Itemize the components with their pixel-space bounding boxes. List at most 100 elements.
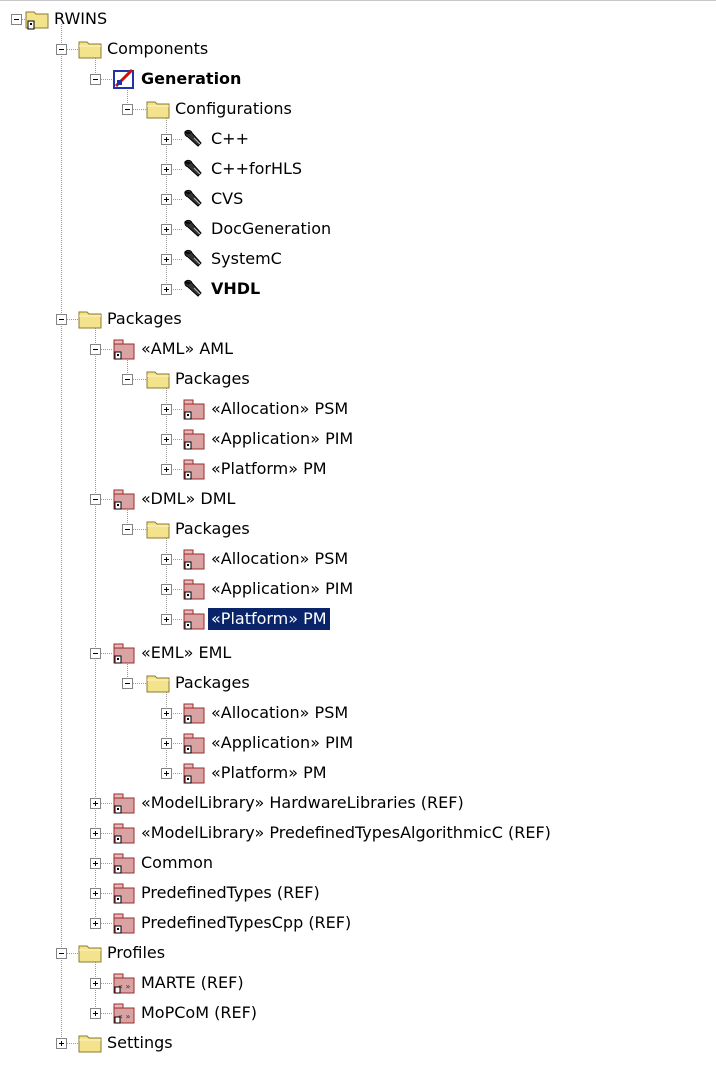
expand-toggle[interactable] xyxy=(90,858,101,869)
tree-item-label[interactable]: MoPCoM (REF) xyxy=(138,1002,260,1024)
tree-item-label[interactable]: «Allocation» PSM xyxy=(208,702,351,724)
tree-item-label[interactable]: «Application» PIM xyxy=(208,428,356,450)
tree-row-marte-ref[interactable]: « » MARTE (REF) xyxy=(0,968,716,998)
tree-item-label[interactable]: «Platform» PM xyxy=(208,458,330,480)
tree-item-label[interactable]: MARTE (REF) xyxy=(138,972,247,994)
tree-item-label[interactable]: PredefinedTypesCpp (REF) xyxy=(138,912,354,934)
expand-toggle[interactable] xyxy=(161,164,172,175)
expand-toggle[interactable] xyxy=(90,1008,101,1019)
tree-item-label[interactable]: «EML» EML xyxy=(138,642,234,664)
tree-row-dml-dml[interactable]: «DML» DML xyxy=(0,484,716,514)
collapse-toggle[interactable] xyxy=(90,74,101,85)
expand-toggle[interactable] xyxy=(161,738,172,749)
collapse-toggle[interactable] xyxy=(122,374,133,385)
collapse-toggle[interactable] xyxy=(122,524,133,535)
tree-item-label[interactable]: Configurations xyxy=(172,98,295,120)
tree-item-label[interactable]: RWINS xyxy=(51,8,110,30)
tree-item-label[interactable]: PredefinedTypes (REF) xyxy=(138,882,323,904)
tree-row-cppforhls[interactable]: C++forHLS xyxy=(0,154,716,184)
tree-row-platform-pm[interactable]: «Platform» PM xyxy=(0,758,716,788)
tree-row-modellibrary-hardwarelibraries-ref[interactable]: «ModelLibrary» HardwareLibraries (REF) xyxy=(0,788,716,818)
tree-row-packages[interactable]: Packages xyxy=(0,514,716,544)
tree-item-label[interactable]: CVS xyxy=(208,188,246,210)
expand-toggle[interactable] xyxy=(161,134,172,145)
tree-row-packages[interactable]: Packages xyxy=(0,668,716,698)
tree-item-label[interactable]: VHDL xyxy=(208,278,263,300)
tree-row-platform-pm[interactable]: «Platform» PM xyxy=(0,454,716,484)
expand-toggle[interactable] xyxy=(56,1038,67,1049)
expand-toggle[interactable] xyxy=(161,554,172,565)
tree-row-settings[interactable]: Settings xyxy=(0,1028,716,1058)
tree-row-platform-pm[interactable]: «Platform» PM xyxy=(0,604,716,634)
collapse-toggle[interactable] xyxy=(90,494,101,505)
expand-toggle[interactable] xyxy=(161,584,172,595)
tree-row-common[interactable]: Common xyxy=(0,848,716,878)
tree-row-configurations[interactable]: Configurations xyxy=(0,94,716,124)
tree-row-application-pim[interactable]: «Application» PIM xyxy=(0,424,716,454)
tree-item-label[interactable]: «Application» PIM xyxy=(208,732,356,754)
tree-item-label[interactable]: Packages xyxy=(104,308,185,330)
tree-row-predefinedtypes-ref[interactable]: PredefinedTypes (REF) xyxy=(0,878,716,908)
tree-row-allocation-psm[interactable]: «Allocation» PSM xyxy=(0,698,716,728)
expand-toggle[interactable] xyxy=(161,434,172,445)
expand-toggle[interactable] xyxy=(161,254,172,265)
collapse-toggle[interactable] xyxy=(11,14,22,25)
tree-item-label[interactable]: «Platform» PM xyxy=(208,608,330,630)
tree-item-label[interactable]: C++ xyxy=(208,128,252,150)
tree-item-label[interactable]: «AML» AML xyxy=(138,338,236,360)
collapse-toggle[interactable] xyxy=(56,314,67,325)
expand-toggle[interactable] xyxy=(90,798,101,809)
tree-row-vhdl[interactable]: VHDL xyxy=(0,274,716,304)
tree-item-label[interactable]: Packages xyxy=(172,672,253,694)
expand-toggle[interactable] xyxy=(161,224,172,235)
collapse-toggle[interactable] xyxy=(56,948,67,959)
tree-item-label[interactable]: Generation xyxy=(138,68,244,90)
tree-item-label[interactable]: «Application» PIM xyxy=(208,578,356,600)
expand-toggle[interactable] xyxy=(161,768,172,779)
tree-row-components[interactable]: Components xyxy=(0,34,716,64)
tree-item-label[interactable]: Components xyxy=(104,38,211,60)
tree-row-eml-eml[interactable]: «EML» EML xyxy=(0,638,716,668)
expand-toggle[interactable] xyxy=(161,284,172,295)
tree-item-label[interactable]: SystemC xyxy=(208,248,285,270)
tree-row-generation[interactable]: Generation xyxy=(0,64,716,94)
expand-toggle[interactable] xyxy=(161,194,172,205)
tree-row-allocation-psm[interactable]: «Allocation» PSM xyxy=(0,394,716,424)
collapse-toggle[interactable] xyxy=(122,678,133,689)
tree-item-label[interactable]: «Platform» PM xyxy=(208,762,330,784)
collapse-toggle[interactable] xyxy=(90,344,101,355)
tree-row-modellibrary-predefinedtypesalgorithmicc-ref[interactable]: «ModelLibrary» PredefinedTypesAlgorithmi… xyxy=(0,818,716,848)
tree-row-docgeneration[interactable]: DocGeneration xyxy=(0,214,716,244)
tree-row-packages[interactable]: Packages xyxy=(0,364,716,394)
tree-item-label[interactable]: Common xyxy=(138,852,216,874)
expand-toggle[interactable] xyxy=(161,404,172,415)
expand-toggle[interactable] xyxy=(90,828,101,839)
expand-toggle[interactable] xyxy=(161,708,172,719)
tree-row-aml-aml[interactable]: «AML» AML xyxy=(0,334,716,364)
tree-row-systemc[interactable]: SystemC xyxy=(0,244,716,274)
tree-item-label[interactable]: «ModelLibrary» HardwareLibraries (REF) xyxy=(138,792,467,814)
tree-row-rwins[interactable]: RWINS xyxy=(0,4,716,34)
tree-row-profiles[interactable]: Profiles xyxy=(0,938,716,968)
tree-row-application-pim[interactable]: «Application» PIM xyxy=(0,574,716,604)
tree-item-label[interactable]: «ModelLibrary» PredefinedTypesAlgorithmi… xyxy=(138,822,554,844)
collapse-toggle[interactable] xyxy=(90,648,101,659)
tree-row-mopcom-ref[interactable]: « » MoPCoM (REF) xyxy=(0,998,716,1028)
tree-item-label[interactable]: «DML» DML xyxy=(138,488,238,510)
expand-toggle[interactable] xyxy=(90,918,101,929)
tree-row-packages[interactable]: Packages xyxy=(0,304,716,334)
expand-toggle[interactable] xyxy=(161,464,172,475)
tree-row-predefinedtypescpp-ref[interactable]: PredefinedTypesCpp (REF) xyxy=(0,908,716,938)
tree-item-label[interactable]: DocGeneration xyxy=(208,218,334,240)
tree-item-label[interactable]: Profiles xyxy=(104,942,168,964)
tree-item-label[interactable]: C++forHLS xyxy=(208,158,305,180)
tree-item-label[interactable]: «Allocation» PSM xyxy=(208,398,351,420)
tree-row-cpp[interactable]: C++ xyxy=(0,124,716,154)
expand-toggle[interactable] xyxy=(90,888,101,899)
expand-toggle[interactable] xyxy=(90,978,101,989)
collapse-toggle[interactable] xyxy=(122,104,133,115)
expand-toggle[interactable] xyxy=(161,614,172,625)
tree-row-application-pim[interactable]: «Application» PIM xyxy=(0,728,716,758)
collapse-toggle[interactable] xyxy=(56,44,67,55)
tree-item-label[interactable]: Settings xyxy=(104,1032,176,1054)
